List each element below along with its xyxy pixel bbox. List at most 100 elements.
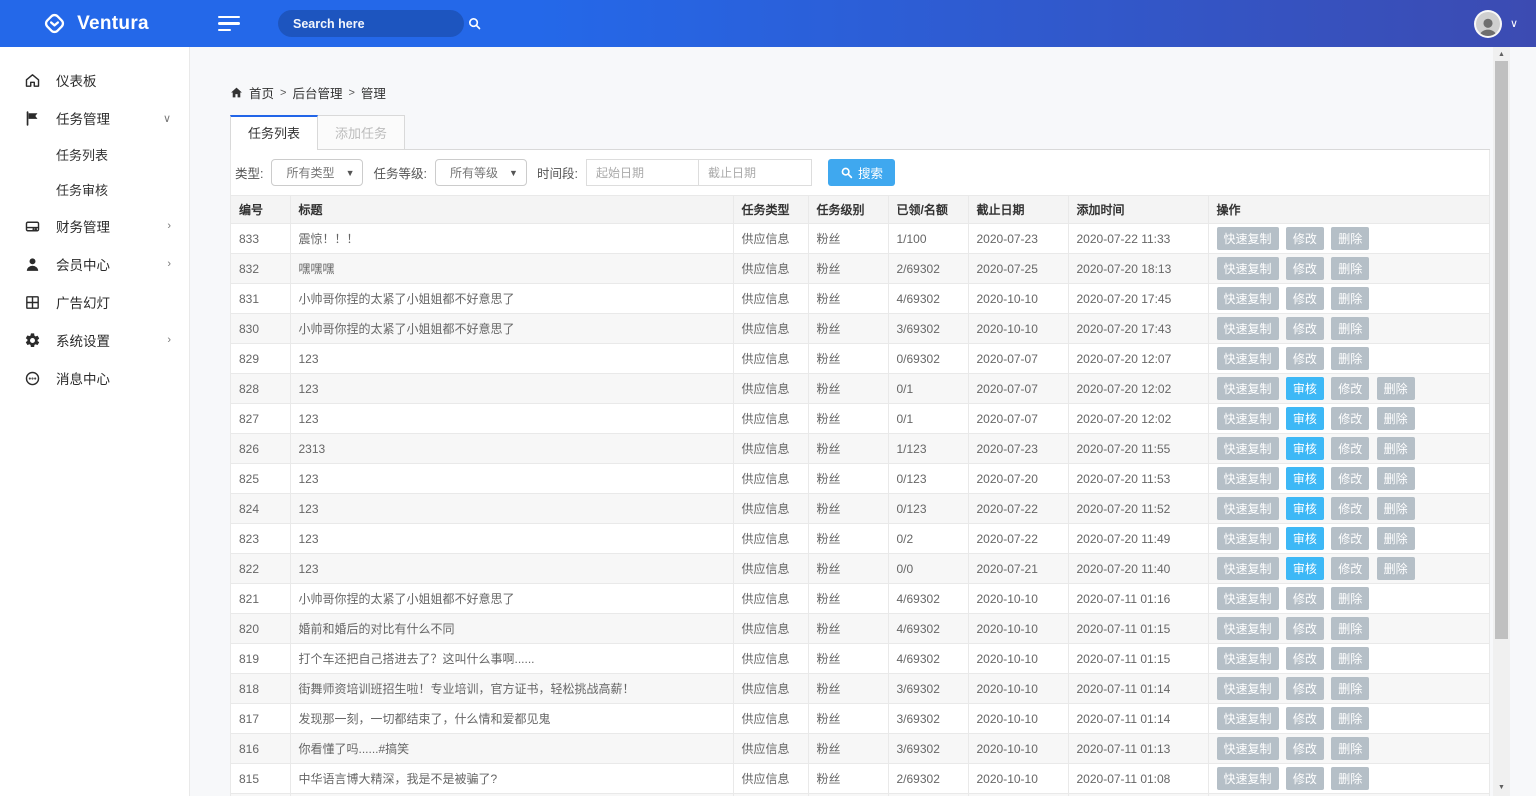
start-date-input[interactable]: [586, 159, 699, 186]
delete-button[interactable]: 删除: [1331, 647, 1369, 670]
delete-button[interactable]: 删除: [1331, 227, 1369, 250]
audit-button[interactable]: 审核: [1286, 527, 1324, 550]
audit-button[interactable]: 审核: [1286, 437, 1324, 460]
delete-button[interactable]: 删除: [1377, 437, 1415, 460]
quick-copy-button[interactable]: 快速复制: [1217, 527, 1279, 550]
edit-button[interactable]: 修改: [1286, 257, 1324, 280]
header-search[interactable]: [278, 10, 464, 37]
sidebar-subitem-task-list[interactable]: 任务列表: [0, 137, 189, 172]
edit-button[interactable]: 修改: [1286, 317, 1324, 340]
delete-button[interactable]: 删除: [1377, 377, 1415, 400]
quick-copy-button[interactable]: 快速复制: [1217, 347, 1279, 370]
quick-copy-button[interactable]: 快速复制: [1217, 647, 1279, 670]
edit-button[interactable]: 修改: [1286, 287, 1324, 310]
user-menu-chevron-icon[interactable]: ∨: [1510, 17, 1518, 30]
delete-button[interactable]: 删除: [1377, 497, 1415, 520]
hamburger-menu-icon[interactable]: [218, 16, 242, 32]
breadcrumb-admin[interactable]: 后台管理: [292, 83, 342, 102]
quick-copy-button[interactable]: 快速复制: [1217, 287, 1279, 310]
end-date-input[interactable]: [699, 159, 812, 186]
delete-button[interactable]: 删除: [1331, 347, 1369, 370]
user-avatar[interactable]: [1474, 10, 1502, 38]
quick-copy-button[interactable]: 快速复制: [1217, 257, 1279, 280]
delete-button[interactable]: 删除: [1331, 707, 1369, 730]
scroll-down-arrow-icon[interactable]: ▼: [1493, 780, 1510, 794]
header-search-input[interactable]: [293, 17, 467, 31]
breadcrumb-manage[interactable]: 管理: [361, 83, 386, 102]
edit-button[interactable]: 修改: [1331, 437, 1369, 460]
edit-button[interactable]: 修改: [1331, 557, 1369, 580]
delete-button[interactable]: 删除: [1331, 257, 1369, 280]
task-deadline: 2020-10-10: [968, 734, 1068, 764]
delete-button[interactable]: 删除: [1331, 287, 1369, 310]
audit-button[interactable]: 审核: [1286, 377, 1324, 400]
edit-button[interactable]: 修改: [1286, 647, 1324, 670]
edit-button[interactable]: 修改: [1331, 407, 1369, 430]
tab-task-list[interactable]: 任务列表: [230, 115, 318, 150]
scrollbar-thumb[interactable]: [1495, 61, 1508, 639]
quick-copy-button[interactable]: 快速复制: [1217, 677, 1279, 700]
quick-copy-button[interactable]: 快速复制: [1217, 407, 1279, 430]
audit-button[interactable]: 审核: [1286, 467, 1324, 490]
delete-button[interactable]: 删除: [1331, 737, 1369, 760]
delete-button[interactable]: 删除: [1377, 467, 1415, 490]
brand[interactable]: Ventura: [0, 10, 190, 37]
delete-button[interactable]: 删除: [1331, 767, 1369, 790]
edit-button[interactable]: 修改: [1286, 677, 1324, 700]
task-quota: 3/69302: [888, 674, 968, 704]
search-icon[interactable]: [467, 16, 482, 31]
quick-copy-button[interactable]: 快速复制: [1217, 317, 1279, 340]
search-button[interactable]: 搜索: [828, 159, 895, 186]
audit-button[interactable]: 审核: [1286, 497, 1324, 520]
quick-copy-button[interactable]: 快速复制: [1217, 767, 1279, 790]
sidebar-item-finance[interactable]: 财务管理 ›: [0, 207, 189, 245]
delete-button[interactable]: 删除: [1331, 587, 1369, 610]
edit-button[interactable]: 修改: [1331, 377, 1369, 400]
edit-button[interactable]: 修改: [1331, 497, 1369, 520]
sidebar-item-ad-slides[interactable]: 广告幻灯: [0, 283, 189, 321]
delete-button[interactable]: 删除: [1377, 407, 1415, 430]
edit-button[interactable]: 修改: [1286, 227, 1324, 250]
delete-button[interactable]: 删除: [1377, 527, 1415, 550]
quick-copy-button[interactable]: 快速复制: [1217, 617, 1279, 640]
edit-button[interactable]: 修改: [1286, 737, 1324, 760]
sidebar-item-system-settings[interactable]: 系统设置 ›: [0, 321, 189, 359]
sidebar-subitem-task-audit[interactable]: 任务审核: [0, 172, 189, 207]
edit-button[interactable]: 修改: [1331, 527, 1369, 550]
quick-copy-button[interactable]: 快速复制: [1217, 707, 1279, 730]
task-deadline: 2020-07-20: [968, 464, 1068, 494]
sidebar-item-dashboard[interactable]: 仪表板: [0, 61, 189, 99]
edit-button[interactable]: 修改: [1286, 707, 1324, 730]
vertical-scrollbar[interactable]: ▲ ▼: [1493, 47, 1510, 796]
audit-button[interactable]: 审核: [1286, 407, 1324, 430]
quick-copy-button[interactable]: 快速复制: [1217, 587, 1279, 610]
scroll-up-arrow-icon[interactable]: ▲: [1493, 47, 1510, 61]
sidebar-item-message-center[interactable]: 消息中心: [0, 359, 189, 397]
sidebar-item-member-center[interactable]: 会员中心 ›: [0, 245, 189, 283]
delete-button[interactable]: 删除: [1377, 557, 1415, 580]
quick-copy-button[interactable]: 快速复制: [1217, 437, 1279, 460]
level-select[interactable]: 所有等级▼: [435, 159, 527, 186]
edit-button[interactable]: 修改: [1286, 347, 1324, 370]
tab-add-task[interactable]: 添加任务: [318, 115, 405, 149]
edit-button[interactable]: 修改: [1286, 587, 1324, 610]
task-level: 粉丝: [808, 464, 888, 494]
edit-button[interactable]: 修改: [1286, 617, 1324, 640]
quick-copy-button[interactable]: 快速复制: [1217, 227, 1279, 250]
edit-button[interactable]: 修改: [1286, 767, 1324, 790]
type-select[interactable]: 所有类型▼: [271, 159, 363, 186]
quick-copy-button[interactable]: 快速复制: [1217, 557, 1279, 580]
quick-copy-button[interactable]: 快速复制: [1217, 467, 1279, 490]
quick-copy-button[interactable]: 快速复制: [1217, 497, 1279, 520]
delete-button[interactable]: 删除: [1331, 677, 1369, 700]
task-title: 震惊！！！: [290, 224, 733, 254]
delete-button[interactable]: 删除: [1331, 317, 1369, 340]
quick-copy-button[interactable]: 快速复制: [1217, 377, 1279, 400]
delete-button[interactable]: 删除: [1331, 617, 1369, 640]
audit-button[interactable]: 审核: [1286, 557, 1324, 580]
sidebar-item-task-management[interactable]: 任务管理 ∨: [0, 99, 189, 137]
edit-button[interactable]: 修改: [1331, 467, 1369, 490]
quick-copy-button[interactable]: 快速复制: [1217, 737, 1279, 760]
breadcrumb-home[interactable]: 首页: [249, 83, 274, 102]
task-title: 你看懂了吗......#搞笑: [290, 734, 733, 764]
